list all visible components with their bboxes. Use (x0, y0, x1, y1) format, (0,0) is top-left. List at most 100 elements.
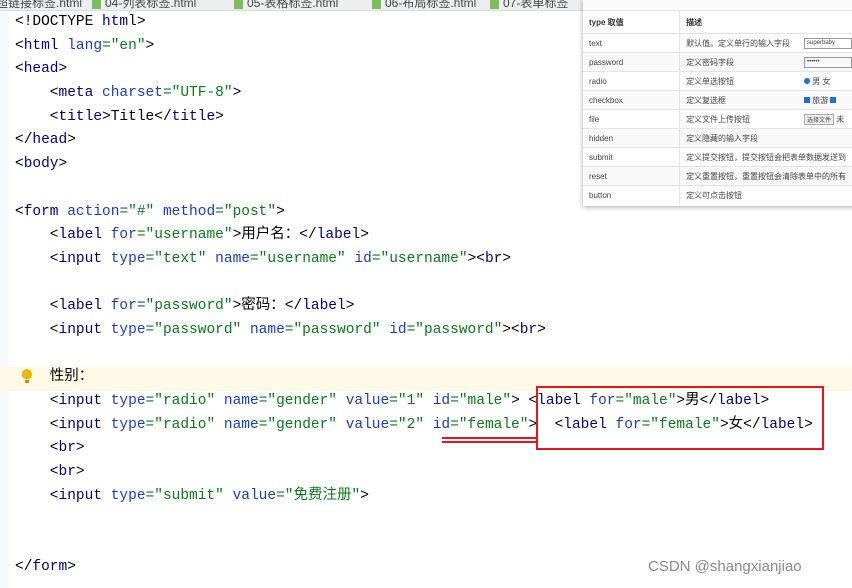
code-line[interactable]: <label for="password">密码：</label> (15, 295, 813, 319)
table-header-row: type 取值 描述 (583, 10, 852, 34)
code-line[interactable]: <label for="username">用户名：</label> (15, 224, 813, 248)
type-value: file (583, 109, 681, 129)
type-description: 定义重置按钮，重置按钮会清除表单中的所有 (679, 166, 852, 186)
code-token: ="username" (136, 227, 233, 244)
code-token: value (345, 393, 390, 409)
code-token: body (23, 156, 59, 173)
code-token: < (15, 298, 59, 315)
input-type-reference-table: type 取值 描述 text 默认值。定义单行的输入字段 superbaby pas… (583, 0, 852, 206)
editor-tab[interactable]: 超链接标签.html (0, 0, 83, 10)
editor-tab[interactable]: 05-表格标签.html (234, 0, 338, 10)
code-token: name (215, 250, 250, 267)
watermark: CSDN @shangxianjiao (648, 558, 802, 575)
code-token: ="gender" (258, 393, 346, 409)
type-description: 定义复选框 (679, 90, 798, 110)
editor-tab[interactable]: 06-布局标签.html (372, 0, 476, 10)
choose-file-button[interactable]: 选择文件 (804, 113, 835, 125)
code-token: ="免费注册" (276, 487, 361, 504)
radio-icon[interactable] (804, 78, 810, 85)
code-line[interactable]: <input type="password" name="password" i… (15, 319, 813, 343)
code-token: ="radio" (145, 393, 224, 409)
code-token: > (232, 85, 242, 102)
editor-tab[interactable]: 07-表单标签 (490, 0, 568, 10)
type-value: reset (583, 166, 681, 186)
code-token: ="password" (145, 321, 250, 338)
html-file-icon (234, 0, 243, 9)
type-description: 默认值。定义单行的输入字段 (679, 33, 798, 53)
code-token: br (519, 321, 538, 338)
table-row: reset 定义重置按钮，重置按钮会清除表单中的所有 (583, 166, 852, 186)
code-token: > (136, 14, 146, 30)
code-line[interactable] (15, 343, 813, 367)
annotation-underline (442, 437, 536, 443)
type-description: 定义提交按钮，提交按钮会把表单数据发送到 (679, 147, 852, 167)
code-token: > (67, 132, 76, 149)
code-token: type (110, 250, 146, 267)
table-row: password 定义密码字段 •••••• (583, 52, 852, 72)
editor-tab[interactable]: 04-列表标签.html (92, 0, 197, 10)
checkbox-icon[interactable] (804, 97, 810, 104)
code-token: >< (502, 321, 520, 338)
code-token: method (162, 203, 216, 220)
type-description: 定义文件上传按钮 (679, 109, 798, 129)
code-line[interactable] (15, 532, 813, 556)
checkbox-icon[interactable] (830, 97, 837, 104)
code-token: input (58, 416, 111, 433)
table-row: hidden 定义隐藏的输入字段 (583, 128, 852, 148)
code-token: br (58, 464, 76, 481)
code-line[interactable]: <br> (15, 461, 813, 485)
code-token: name (223, 393, 259, 409)
table-row: submit 定义提交按钮，提交按钮会把表单数据发送到 (583, 147, 852, 167)
code-token: < (15, 487, 59, 504)
code-token: ="username" (371, 250, 468, 267)
code-token: value (345, 416, 390, 433)
code-token: < (15, 393, 59, 409)
code-token: ="password" (136, 298, 233, 315)
code-token: < (15, 464, 59, 481)
code-token: < (15, 156, 24, 173)
code-token: < (15, 440, 59, 457)
code-token: label (302, 298, 346, 315)
code-token: < (15, 203, 24, 220)
code-token: ="password" (284, 321, 390, 338)
editor-gutter (0, 11, 9, 588)
code-token: head (32, 132, 68, 149)
code-token: head (23, 61, 59, 78)
code-token: type (110, 416, 146, 433)
demo-password-input[interactable]: •••••• (804, 57, 852, 68)
type-value: checkbox (583, 90, 681, 110)
code-token: 性别： (15, 369, 94, 386)
column-header-demo (798, 10, 852, 34)
tab-label: 超链接标签.html (0, 0, 83, 10)
code-token: type (110, 487, 146, 504)
type-description: 定义隐藏的输入字段 (679, 128, 852, 148)
code-token: < (15, 85, 59, 102)
code-token: > (360, 487, 369, 504)
code-line[interactable] (15, 508, 813, 532)
tab-label: 04-列表标签.html (105, 0, 197, 10)
code-token: label (58, 227, 111, 244)
type-demo: 选择文件 未 (798, 109, 852, 129)
code-token: > (215, 108, 224, 125)
code-line[interactable] (15, 272, 813, 296)
table-row: checkbox 定义复选框 旅游 (583, 90, 852, 110)
type-value: hidden (583, 128, 681, 148)
code-token: lang (67, 37, 103, 54)
code-token: for (110, 298, 137, 315)
code-token: ="radio" (145, 416, 224, 433)
code-token: > (67, 558, 76, 575)
demo-text-input[interactable]: superbaby (804, 38, 852, 49)
code-line[interactable]: <input type="text" name="username" id="u… (15, 248, 813, 272)
column-header: type 取值 (583, 10, 681, 34)
code-token: < (15, 37, 24, 54)
code-token: action (67, 203, 120, 220)
code-line[interactable]: <input type="submit" value="免费注册"> (15, 485, 813, 509)
code-token: < (15, 250, 59, 267)
table-row: file 定义文件上传按钮 选择文件 未 (583, 109, 852, 129)
html-file-icon (372, 0, 381, 9)
code-token: id (389, 321, 407, 338)
code-token: ="UTF-8" (162, 85, 233, 102)
type-value: radio (583, 71, 681, 91)
type-description: 定义单选按钮 (679, 71, 798, 91)
type-value: submit (583, 147, 681, 167)
